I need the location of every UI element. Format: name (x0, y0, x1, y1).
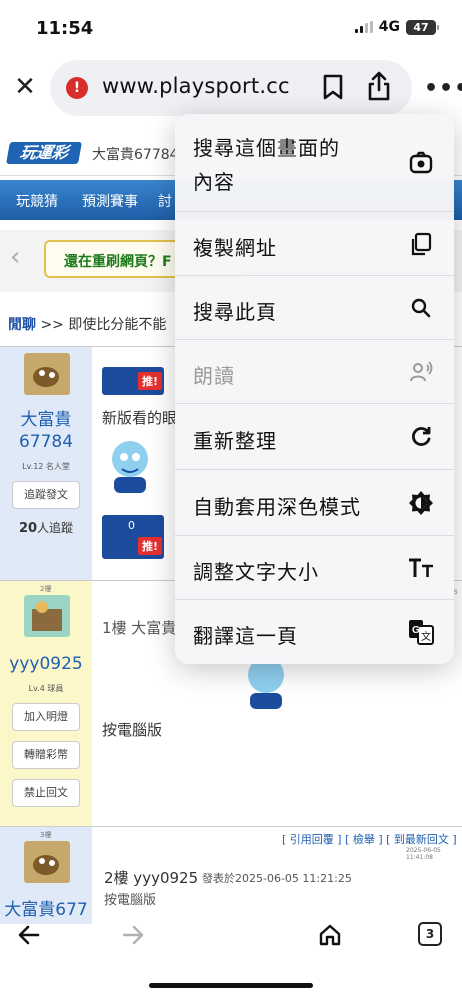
menu-item-find-in-page[interactable]: 搜尋此頁 (175, 276, 454, 340)
breadcrumb-link[interactable]: 閒聊 (8, 317, 36, 333)
refresh-icon (412, 427, 431, 446)
home-indicator (149, 983, 313, 988)
push-label-2: 推! (137, 537, 162, 555)
breadcrumb: 閒聊 >> 即使比分能不能 (8, 314, 166, 334)
reply-text: 按電腦版 (104, 893, 157, 908)
avatar[interactable] (24, 841, 70, 883)
user-level: Lv.12 名人堂 (22, 462, 70, 471)
share-icon[interactable] (366, 70, 392, 102)
status-indicators: 4G 47 (354, 19, 439, 35)
status-bar: 11:54 4G 47 (0, 0, 462, 56)
post-content: [ 引用回覆 ] [ 檢舉 ] [ 到最新回文 ] 2025-06-05 11:… (92, 827, 462, 924)
menu-item-read-aloud: 朗讀 (175, 340, 454, 404)
nav-item-predict[interactable]: 預測賽事 (82, 191, 138, 211)
svg-text:文: 文 (421, 630, 431, 643)
address-bar-row: ✕ ! www.playsport.cc ••• (0, 56, 462, 122)
address-bar[interactable]: ! www.playsport.cc (50, 60, 412, 116)
menu-label: 調整文字大小 (193, 560, 319, 584)
add-mentor-button[interactable]: 加入明燈 (12, 703, 80, 731)
avatar[interactable] (24, 353, 70, 395)
status-time: 11:54 (36, 18, 94, 39)
follower-number: 20 (18, 521, 38, 536)
gift-coins-button[interactable]: 轉贈彩幣 (12, 741, 80, 769)
menu-item-translate[interactable]: 翻譯這一頁 G 文 (175, 600, 454, 664)
menu-label: 搜尋這個畫面的 (193, 136, 340, 160)
quoted-reply: 1樓 大富貴 (102, 619, 177, 637)
post-username[interactable]: 大富貴677 (0, 899, 92, 921)
network-type: 4G (378, 19, 400, 35)
promo-text: 還在重刷網頁？F (64, 254, 172, 270)
post-author-panel: 大富貴67784 Lv.12 名人堂 追蹤發文 20人追蹤 (0, 347, 92, 580)
post-author-panel: 2樓 yyy0925 Lv.4 球員 加入明燈 轉贈彩幣 禁止回文 (0, 581, 92, 826)
not-secure-icon[interactable]: ! (66, 77, 88, 99)
push-label: 推! (137, 372, 162, 390)
avatar[interactable] (24, 595, 70, 637)
menu-item-dark-mode[interactable]: 自動套用深色模式 (175, 470, 454, 536)
post-action-links[interactable]: [ 引用回覆 ] [ 檢舉 ] [ 到最新回文 ] (282, 831, 457, 847)
nav-item-forum[interactable]: 討 (158, 191, 172, 211)
nav-item-bet[interactable]: 玩競猜 (16, 191, 58, 211)
reply-meta: 發表於2025-06-05 11:21:25 (202, 872, 352, 885)
block-reply-button[interactable]: 禁止回文 (12, 779, 80, 807)
menu-label: 複製網址 (193, 236, 277, 260)
post-text: 新版看的眼 (102, 409, 178, 427)
forward-arrow-icon[interactable] (122, 924, 144, 946)
translate-icon: G 文 (409, 620, 434, 645)
menu-label: 翻譯這一頁 (193, 624, 298, 648)
push-count: 0 (128, 519, 135, 532)
menu-label: 朗讀 (193, 364, 235, 388)
floor-number: 2樓 (40, 585, 52, 593)
menu-label: 重新整理 (193, 429, 277, 453)
context-menu: 搜尋這個畫面的 內容 複製網址 搜尋此頁 朗讀 重新整理 自動套用深色模式 調整… (175, 114, 454, 664)
breadcrumb-text: >> 即使比分能不能 (40, 317, 167, 333)
search-icon (411, 298, 431, 318)
mascot-sticker (112, 441, 148, 493)
cellular-signal-icon (354, 21, 373, 33)
reply-user[interactable]: 2樓 yyy0925 (104, 867, 198, 888)
post-author-panel: 3樓 大富貴677 (0, 827, 92, 924)
header-username[interactable]: 大富貴67784 (92, 144, 179, 164)
floor-number: 3樓 (40, 831, 52, 839)
read-aloud-icon (410, 361, 433, 382)
post-username[interactable]: 大富貴67784 (0, 409, 92, 453)
chevron-left-icon[interactable]: ‹ (10, 242, 20, 272)
follow-button[interactable]: 追蹤發文 (12, 481, 80, 509)
text-size-icon (409, 558, 433, 577)
push-count-badge[interactable]: 0 推! (102, 515, 164, 559)
tab-switcher-button[interactable]: 3 (418, 922, 442, 946)
menu-label-line2: 內容 (193, 170, 235, 194)
forum-post: 3樓 大富貴677 [ 引用回覆 ] [ 檢舉 ] [ 到最新回文 ] 2025… (0, 826, 462, 924)
menu-item-lens-search[interactable]: 搜尋這個畫面的 內容 (175, 114, 454, 212)
bookmark-icon[interactable] (322, 74, 344, 100)
battery-level: 47 (413, 20, 429, 34)
post-body: 按電腦版 (102, 721, 163, 739)
battery-icon: 47 (406, 19, 439, 35)
post-timestamp: 2025-06-05 11:41:08 (406, 847, 441, 861)
close-icon[interactable]: ✕ (10, 72, 40, 102)
url-text[interactable]: www.playsport.cc (102, 74, 290, 98)
menu-label: 自動套用深色模式 (193, 495, 361, 519)
menu-label: 搜尋此頁 (193, 300, 277, 324)
google-lens-icon (409, 151, 433, 174)
follower-suffix: 人追蹤 (37, 521, 74, 535)
copy-icon (411, 232, 432, 256)
site-logo[interactable]: 玩運彩 (6, 142, 82, 164)
post-username[interactable]: yyy0925 (0, 653, 92, 675)
back-arrow-icon[interactable] (18, 924, 40, 946)
bottom-toolbar: 3 (0, 922, 462, 1000)
dark-mode-icon (409, 491, 433, 515)
svg-text:G: G (412, 625, 420, 636)
home-icon[interactable] (318, 923, 342, 947)
user-level: Lv.4 球員 (28, 684, 64, 693)
push-badge[interactable]: 推! (102, 367, 164, 395)
menu-item-text-size[interactable]: 調整文字大小 (175, 536, 454, 600)
menu-item-reload[interactable]: 重新整理 (175, 404, 454, 470)
menu-item-copy-url[interactable]: 複製網址 (175, 212, 454, 276)
browser-screen: 11:54 4G 47 ✕ ! www.playsport.cc ••• 玩運 (0, 0, 462, 1000)
more-options-icon[interactable]: ••• (424, 76, 462, 101)
follower-count: 20人追蹤 (0, 519, 92, 536)
